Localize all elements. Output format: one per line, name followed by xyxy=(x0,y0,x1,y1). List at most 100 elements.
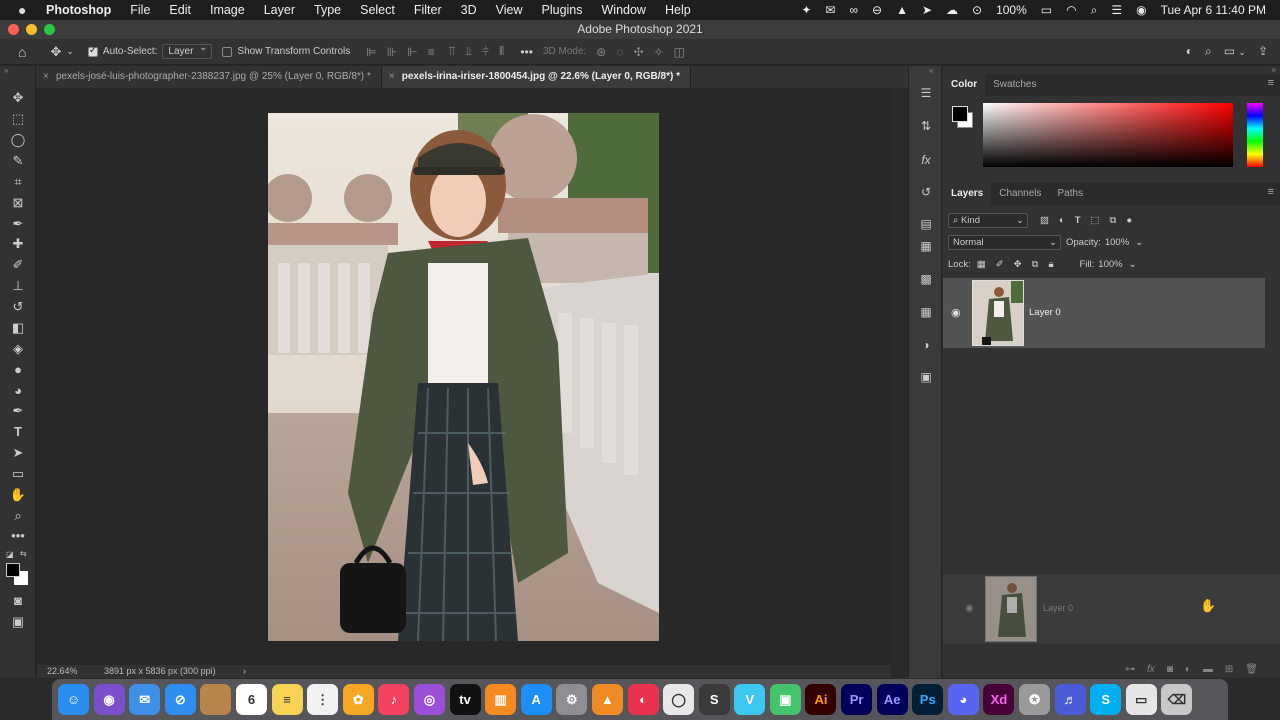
filter-adjustment-icon[interactable]: ◐ xyxy=(1059,215,1065,226)
menu-edit[interactable]: Edit xyxy=(169,3,191,17)
minus-circle-icon[interactable]: ⊖ xyxy=(872,3,882,17)
clone-stamp-tool-icon[interactable]: ⊥ xyxy=(9,278,27,294)
close-window-button[interactable] xyxy=(8,24,19,35)
clock[interactable]: Tue Apr 6 11:40 PM xyxy=(1161,3,1266,17)
search-icon[interactable]: ⌕ xyxy=(1205,44,1212,59)
dock-safari-icon[interactable]: ⊘ xyxy=(164,684,196,715)
zoom-level[interactable]: 22.64% xyxy=(47,665,78,678)
layer-style-icon[interactable]: fx xyxy=(1147,664,1155,675)
dock-photoshop-icon[interactable]: Ps xyxy=(912,684,944,715)
document-info[interactable]: 3891 px x 5836 px (300 ppi) xyxy=(104,665,216,678)
blend-mode-dropdown[interactable]: Normal ⌄ xyxy=(948,234,1061,250)
filter-smart-object-icon[interactable]: ⧉ xyxy=(1110,215,1117,226)
menu-type[interactable]: Type xyxy=(314,3,341,17)
color-foreground-swatch[interactable] xyxy=(952,106,968,122)
dock-mail-icon[interactable]: ✉ xyxy=(129,684,161,715)
workspace-icon[interactable]: ▭ ⌄ xyxy=(1224,44,1246,59)
filter-shape-icon[interactable]: ⬚ xyxy=(1091,215,1100,226)
dock-reminders-icon[interactable]: ⋮ xyxy=(307,684,339,715)
brush-tool-icon[interactable]: ✐ xyxy=(9,257,27,273)
properties-panel-icon[interactable]: ☰ xyxy=(918,86,934,100)
quick-selection-tool-icon[interactable]: ✎ xyxy=(9,153,27,169)
history-brush-tool-icon[interactable]: ↺ xyxy=(9,299,27,315)
dock-preview-icon[interactable]: ▭ xyxy=(1125,684,1157,715)
filter-toggle-icon[interactable]: ● xyxy=(1126,215,1132,226)
align-top-icon[interactable]: ⫪ xyxy=(449,44,456,59)
dock-app-store-icon[interactable]: A xyxy=(520,684,552,715)
adjustments-panel-icon[interactable]: ⇅ xyxy=(918,119,934,133)
distribute-icon[interactable]: ≡ xyxy=(428,45,435,59)
more-options-icon[interactable]: ••• xyxy=(520,45,533,59)
dock-illustrator-icon[interactable]: Ai xyxy=(805,684,837,715)
dock-app-green-icon[interactable]: ▣ xyxy=(769,684,801,715)
vlc-status-icon[interactable]: ▲ xyxy=(896,3,908,17)
align-right-icon[interactable]: ⊩ xyxy=(407,45,417,59)
eraser-tool-icon[interactable]: ◧ xyxy=(9,320,27,336)
collapse-strip-icon[interactable]: « xyxy=(929,66,933,75)
dock-music-icon[interactable]: ♪ xyxy=(378,684,410,715)
battery-icon[interactable]: ▭ xyxy=(1041,3,1052,17)
pen-tool-icon[interactable]: ✒ xyxy=(9,403,27,419)
paragraph-panel-icon[interactable]: ▦ xyxy=(918,239,934,253)
share-icon[interactable]: ◐ xyxy=(1186,44,1193,59)
dock-chrome-icon[interactable]: ◯ xyxy=(663,684,695,715)
eyedropper-tool-icon[interactable]: ✒ xyxy=(9,216,27,232)
dock-finder-icon[interactable]: ☺ xyxy=(58,684,89,715)
dock-calendar-icon[interactable]: 6 xyxy=(235,684,267,715)
panel-menu-icon[interactable]: ≡ xyxy=(1268,186,1274,198)
dock-tv-icon[interactable]: tv xyxy=(449,684,481,715)
lock-artboard-icon[interactable]: ⧉ xyxy=(1032,259,1039,270)
document-tab-active[interactable]: × pexels-irina-iriser-1800454.jpg @ 22.6… xyxy=(381,66,691,88)
collapse-toolbox-icon[interactable]: » xyxy=(4,66,8,75)
align-bottom-icon[interactable]: ⫩ xyxy=(482,44,489,59)
forward-icon[interactable]: ➤ xyxy=(922,3,932,17)
close-tab-icon[interactable]: × xyxy=(43,66,49,88)
visibility-eye-icon[interactable]: ◉ xyxy=(951,306,961,319)
dock-screen-recorder-icon[interactable]: ◐ xyxy=(627,684,659,715)
dock-skype-icon[interactable]: S xyxy=(1090,684,1122,715)
zoom-window-button[interactable] xyxy=(44,24,55,35)
menu-select[interactable]: Select xyxy=(360,3,395,17)
swap-colors-icon[interactable]: ⇆ xyxy=(20,549,27,558)
dock-notes-brown-icon[interactable] xyxy=(200,684,232,715)
color-picker-field[interactable] xyxy=(983,103,1233,167)
menu-view[interactable]: View xyxy=(496,3,523,17)
dock-app-dark-icon[interactable]: S xyxy=(698,684,730,715)
layer-name[interactable]: Layer 0 xyxy=(1029,307,1061,318)
tab-channels[interactable]: Channels xyxy=(991,183,1049,205)
menu-file[interactable]: File xyxy=(130,3,150,17)
path-selection-tool-icon[interactable]: ➤ xyxy=(9,445,27,461)
screen-mode-icon[interactable]: ▣ xyxy=(9,614,27,630)
dock-podcasts-icon[interactable]: ◎ xyxy=(413,684,445,715)
3d-slide-icon[interactable]: ✧ xyxy=(654,45,664,59)
align-left-icon[interactable]: ⊫ xyxy=(366,45,376,59)
dock-automator-icon[interactable]: ✪ xyxy=(1019,684,1051,715)
collapse-panels-icon[interactable]: » xyxy=(1272,65,1276,74)
add-mask-icon[interactable]: ◙ xyxy=(1167,664,1173,675)
battery-percentage[interactable]: 100% xyxy=(996,3,1027,17)
tab-color[interactable]: Color xyxy=(943,74,986,96)
dock-filmora-icon[interactable]: V xyxy=(734,684,766,715)
quick-mask-icon[interactable]: ◙ xyxy=(9,593,27,609)
edit-toolbar-icon[interactable]: ••• xyxy=(9,528,27,544)
frame-tool-icon[interactable]: ⊠ xyxy=(9,195,27,211)
menu-plugins[interactable]: Plugins xyxy=(542,3,583,17)
document-image[interactable] xyxy=(268,113,659,641)
siri-icon[interactable]: ◉ xyxy=(1136,3,1146,17)
spotlight-search-icon[interactable]: ⌕ xyxy=(1091,3,1098,18)
cloud-icon[interactable]: ☁ xyxy=(946,3,958,17)
hand-tool-icon[interactable]: ✋ xyxy=(9,487,27,503)
lasso-tool-icon[interactable]: ◯ xyxy=(9,132,27,148)
marquee-tool-icon[interactable]: ⬚ xyxy=(9,111,27,127)
lock-all-icon[interactable]: 🔒︎ xyxy=(1048,259,1053,270)
filter-pixel-icon[interactable]: ▧ xyxy=(1040,215,1049,226)
type-tool-icon[interactable]: T xyxy=(9,424,27,440)
3d-scale-icon[interactable]: ◫ xyxy=(674,45,685,59)
shapes-panel-icon[interactable]: ◑ xyxy=(918,338,934,352)
menu-layer[interactable]: Layer xyxy=(264,3,295,17)
libraries-panel-icon[interactable]: ▤ xyxy=(918,217,934,231)
wifi-icon[interactable]: ◠ xyxy=(1066,3,1076,17)
blur-tool-icon[interactable]: ● xyxy=(9,362,27,378)
3d-roll-icon[interactable]: ◌ xyxy=(616,45,623,59)
tab-layers[interactable]: Layers xyxy=(943,183,992,205)
